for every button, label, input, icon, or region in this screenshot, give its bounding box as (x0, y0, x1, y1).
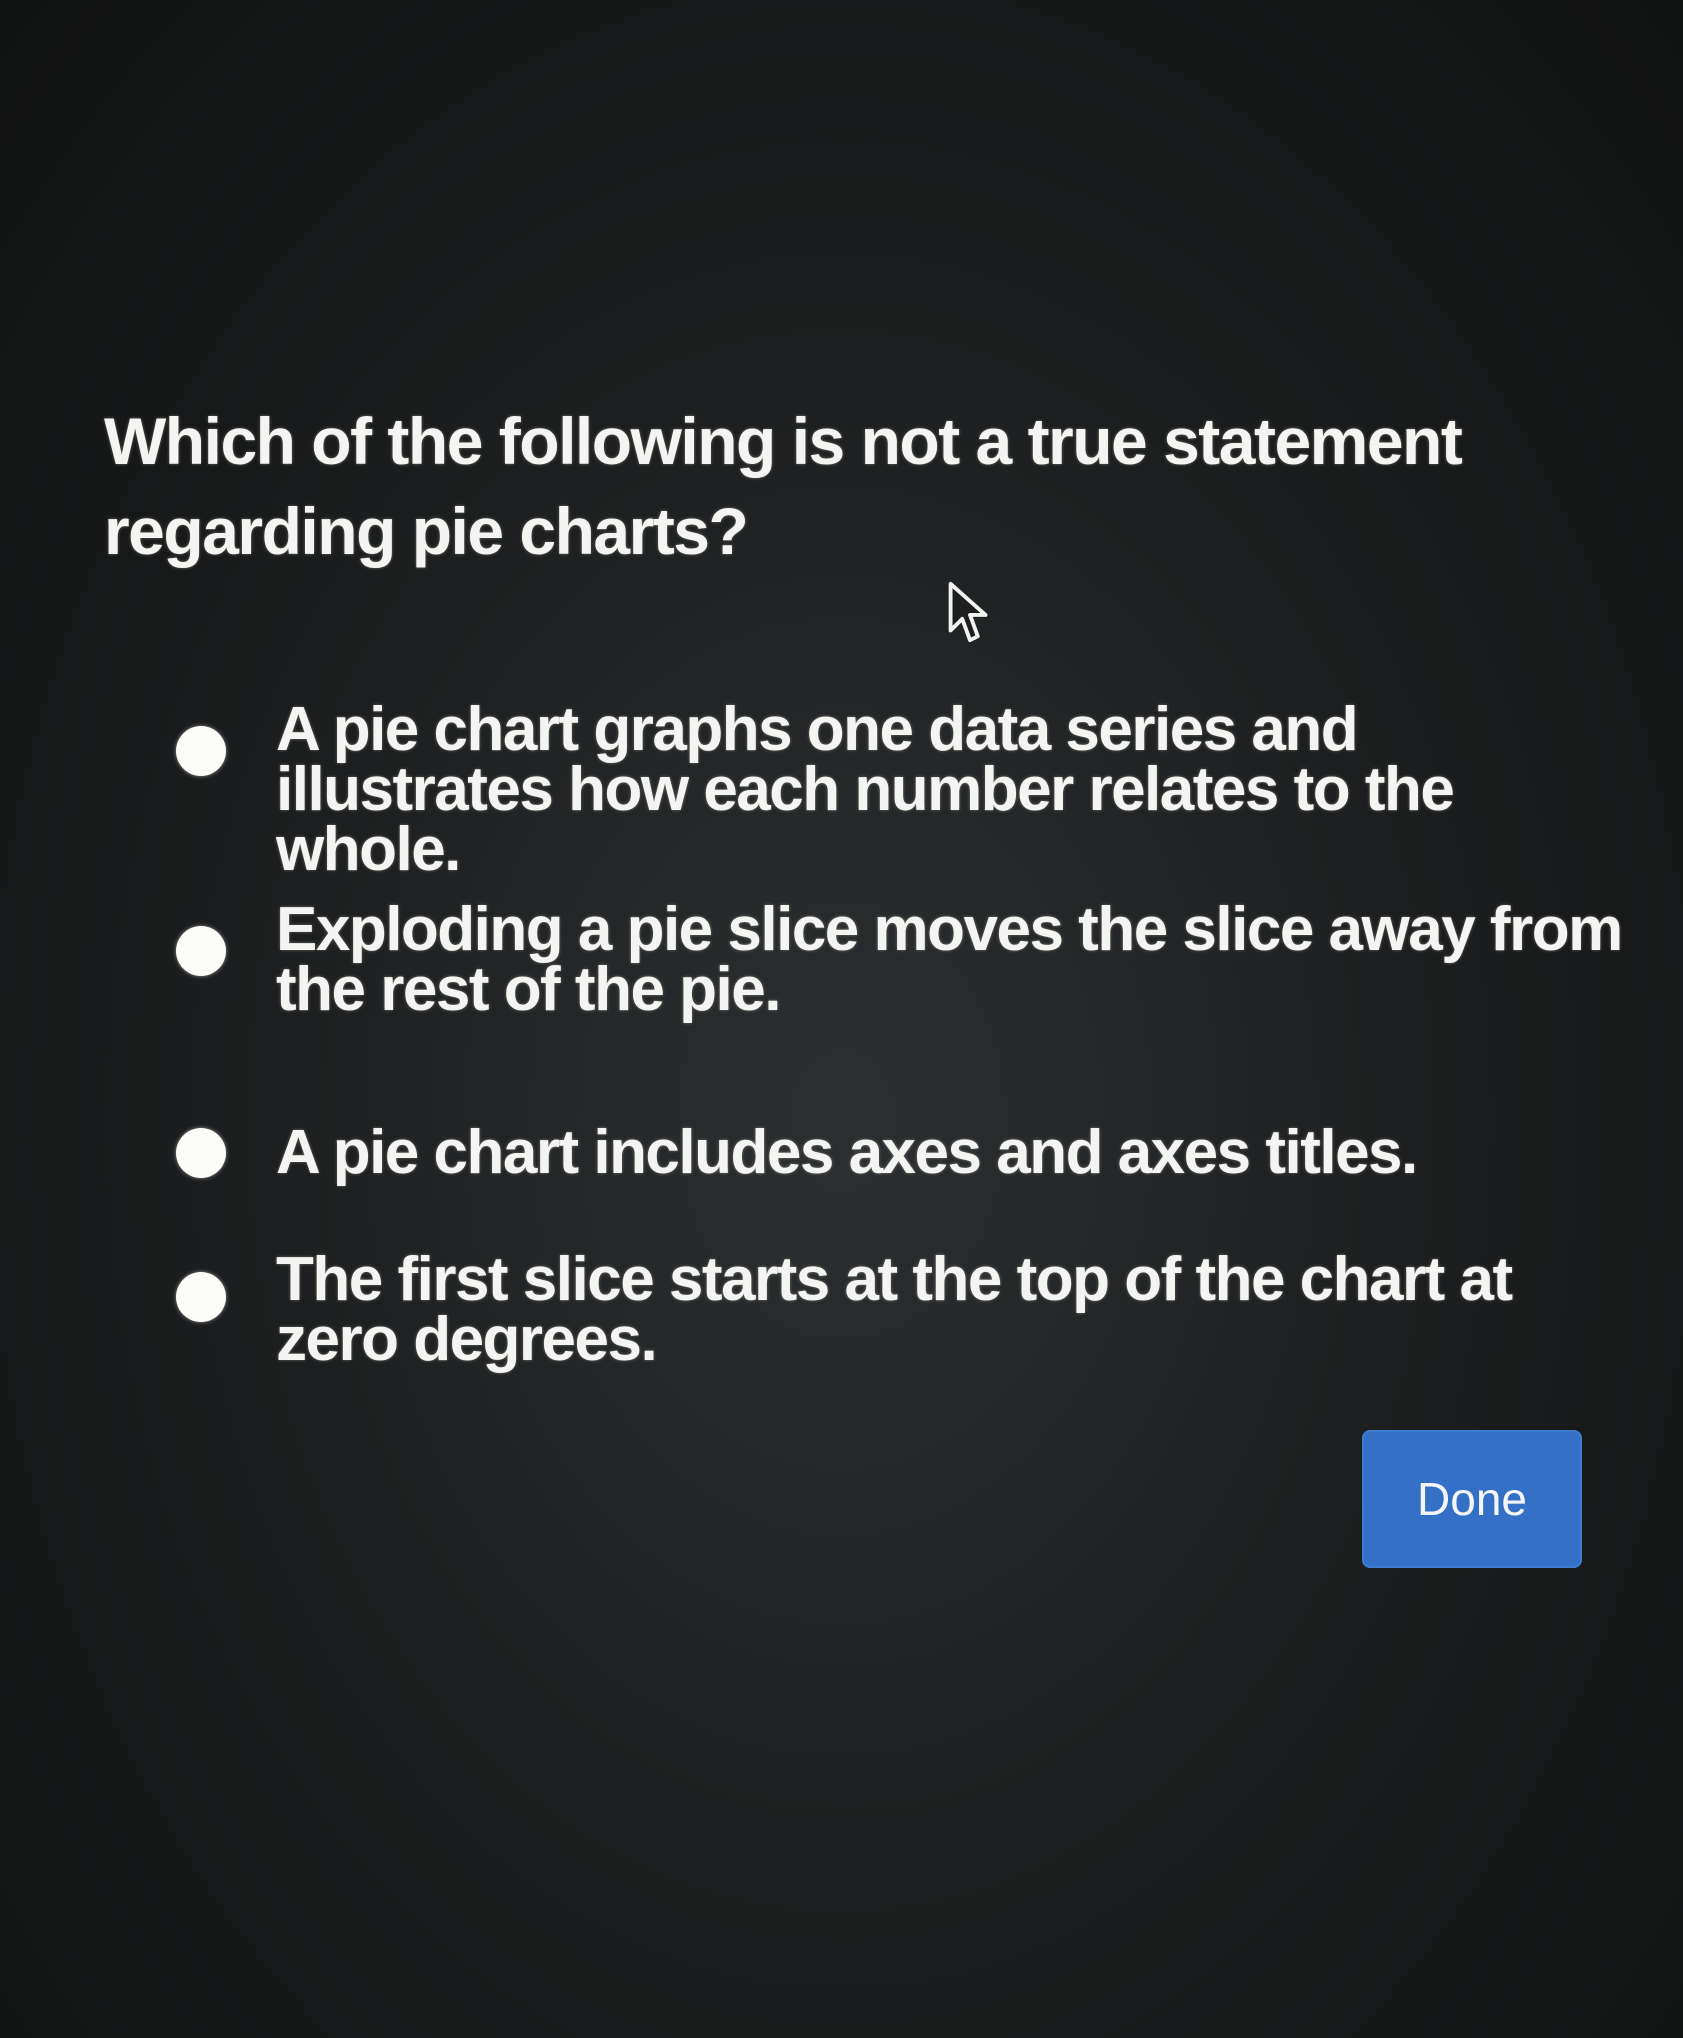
mouse-pointer-icon (948, 581, 988, 643)
answer-option-label[interactable]: A pie chart graphs one data series and i… (276, 699, 1636, 881)
answer-option-label[interactable]: Exploding a pie slice moves the slice aw… (276, 899, 1636, 1021)
answer-option-label[interactable]: A pie chart includes axes and axes title… (276, 1122, 1636, 1184)
radio-button[interactable] (176, 1128, 226, 1178)
radio-button[interactable] (176, 926, 226, 976)
radio-button[interactable] (176, 726, 226, 776)
done-button[interactable]: Done (1362, 1430, 1582, 1568)
answer-option-label[interactable]: The first slice starts at the top of the… (276, 1249, 1636, 1371)
question-text: Which of the following is not a true sta… (104, 404, 1463, 568)
radio-button[interactable] (176, 1272, 226, 1322)
